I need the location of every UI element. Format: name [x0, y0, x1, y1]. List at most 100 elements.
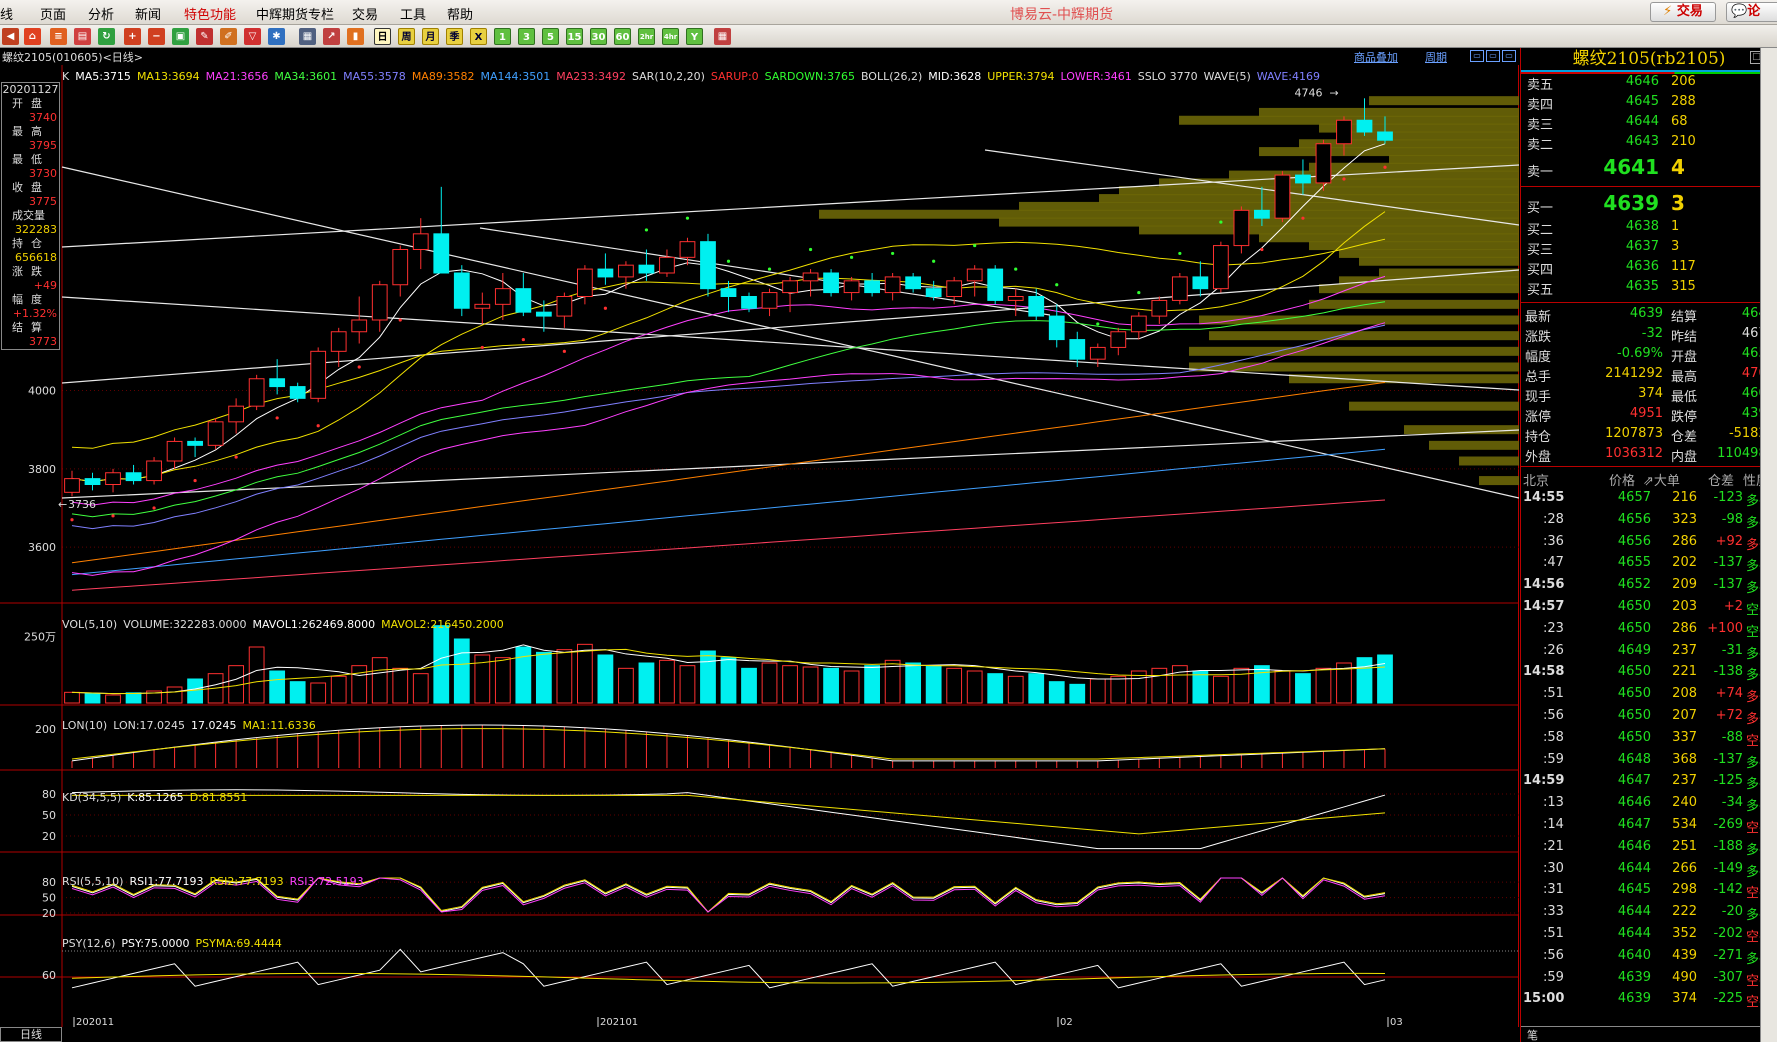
volume-bar [1069, 683, 1086, 704]
volume-bar [248, 646, 265, 704]
period-x-button[interactable]: X [470, 28, 487, 45]
menu-item-news[interactable]: 新闻 [135, 4, 161, 23]
order-row[interactable]: 买五 4635 315 [1521, 279, 1777, 299]
tick-volume: 490 [1672, 969, 1697, 985]
period-60min-button[interactable]: 60 [614, 28, 631, 45]
zoom-in-icon[interactable]: + [124, 28, 141, 45]
tick-price: 4644 [1617, 904, 1651, 920]
main-item: MA89:3582 [411, 70, 475, 83]
trade-button[interactable]: ⚡ 交易 [1650, 2, 1716, 22]
order-row[interactable]: 卖三 4644 68 [1521, 114, 1777, 134]
menu-item-line[interactable]: 线 [0, 4, 13, 23]
menu-item-page[interactable]: 页面 [40, 4, 66, 23]
rsi-item: RSI3:72.5193 [289, 875, 364, 888]
menu-item-features[interactable]: 特色功能 [184, 4, 236, 23]
table-icon[interactable]: ▦ [299, 28, 316, 45]
brush-icon[interactable]: ✐ [220, 28, 237, 45]
tick-tab[interactable]: 笔 [1527, 1027, 1538, 1042]
volume-bar [679, 665, 696, 704]
volume-profile-bar [1359, 256, 1519, 266]
line-chart-icon[interactable]: ↗ [323, 28, 340, 45]
candle-body [1110, 331, 1127, 348]
volume-bar [1274, 670, 1291, 704]
tick-list[interactable]: 14:55 4657 216 -123 多平:28 4656 323 -98 多平:36 4656… [1521, 488, 1777, 1011]
rsi-axis-label: 20 [42, 907, 56, 920]
period-4hr-button[interactable]: 4hr [662, 28, 679, 45]
order-row[interactable]: 卖四 4645 288 [1521, 94, 1777, 114]
period-quarter-button[interactable]: 季 [446, 28, 463, 45]
layout-2-icon[interactable]: ▭ [1486, 50, 1500, 62]
layout-1-icon[interactable]: ▭ [1470, 50, 1484, 62]
tick-price: 4650 [1617, 598, 1651, 614]
tick-delta: -307 [1713, 969, 1743, 985]
tick-time: :51 [1543, 925, 1564, 941]
period-1min-button[interactable]: 1 [494, 28, 511, 45]
candle-body [946, 280, 963, 297]
period-day-button[interactable]: 日 [374, 28, 391, 45]
order-qty: 3 [1671, 239, 1680, 254]
period-15min-button[interactable]: 15 [566, 28, 583, 45]
menu-item-analysis[interactable]: 分析 [88, 4, 114, 23]
close-label: 收盘 [12, 181, 50, 194]
stat-row: 涨停 4951 跌停 4390 [1521, 406, 1777, 426]
candle-body [1192, 276, 1209, 290]
rsi-item: RSI1:77.7193 [129, 875, 204, 888]
news-icon[interactable]: ▤ [74, 28, 91, 45]
order-row[interactable]: 买一 4639 3 [1521, 190, 1777, 219]
back-icon[interactable]: ◀ [2, 28, 19, 45]
home-icon[interactable]: ⌂ [24, 28, 41, 45]
sar-dot [193, 478, 197, 483]
sar-dot [1055, 283, 1059, 287]
menu-item-column[interactable]: 中辉期货专栏 [256, 4, 334, 23]
cycle-link[interactable]: 周期 [1425, 49, 1447, 65]
layout-3-icon[interactable]: ▭ [1502, 50, 1516, 62]
order-row[interactable]: 卖二 4643 210 [1521, 134, 1777, 154]
sar-dot [932, 259, 936, 263]
period-year-button[interactable]: Y [686, 28, 703, 45]
menu-item-tools[interactable]: 工具 [400, 4, 426, 23]
volume-profile-bar [1479, 476, 1519, 486]
candle-body [1233, 209, 1250, 247]
tick-volume: 352 [1672, 925, 1697, 941]
order-row[interactable]: 卖五 4646 206 [1521, 74, 1777, 94]
candle-body [761, 292, 778, 309]
chart-area[interactable]: 4000 3800 3600 4746 → ← 3736 250万 200 80 50 20 80 50 2… [0, 65, 1519, 1027]
oi-label: 持仓 [12, 237, 50, 250]
period-5min-button[interactable]: 5 [542, 28, 559, 45]
period-3min-button[interactable]: 3 [518, 28, 535, 45]
volume-bar [905, 662, 922, 704]
quote-list-icon[interactable]: ≡ [50, 28, 67, 45]
order-row[interactable]: 买二 4638 1 [1521, 219, 1777, 239]
refresh-icon[interactable]: ↻ [98, 28, 115, 45]
period-30min-button[interactable]: 30 [590, 28, 607, 45]
tick-volume: 251 [1672, 838, 1697, 854]
forum-button[interactable]: 💬论 [1726, 2, 1777, 22]
volume-profile-bar [1189, 346, 1519, 356]
period-month-button[interactable]: 月 [422, 28, 439, 45]
rsi-item: RSI(5,5,10) [62, 875, 124, 888]
filter-icon[interactable]: ▽ [244, 28, 261, 45]
new-icon[interactable]: ✱ [268, 28, 285, 45]
order-row[interactable]: 买四 4636 117 [1521, 259, 1777, 279]
volume-bar [1212, 675, 1229, 704]
overlay-link[interactable]: 商品叠加 [1354, 49, 1398, 65]
menu-item-help[interactable]: 帮助 [447, 4, 473, 23]
kline-icon[interactable]: ▮ [347, 28, 364, 45]
select-icon[interactable]: ▣ [172, 28, 189, 45]
period-week-button[interactable]: 周 [398, 28, 415, 45]
right-scrollbar[interactable] [1760, 48, 1777, 1042]
contract-title: 螺纹2105(rb2105) □ [1521, 48, 1777, 72]
period-tab[interactable]: 日线 [0, 1027, 62, 1042]
calendar-icon[interactable]: ▦ [714, 28, 731, 45]
zoom-out-icon[interactable]: − [148, 28, 165, 45]
draw-pen-icon[interactable]: ✎ [196, 28, 213, 45]
menu-item-trade[interactable]: 交易 [352, 4, 378, 23]
order-row[interactable]: 买三 4637 3 [1521, 239, 1777, 259]
candle-body [1315, 143, 1332, 184]
period-2hr-button[interactable]: 2hr [638, 28, 655, 45]
volume-bar [125, 692, 142, 704]
tick-row: 14:55 4657 216 -123 多平 [1521, 488, 1777, 510]
order-row[interactable]: 卖一 4641 4 [1521, 154, 1777, 183]
candle-body [392, 249, 409, 286]
lon-item: 17.0245 [191, 719, 237, 732]
